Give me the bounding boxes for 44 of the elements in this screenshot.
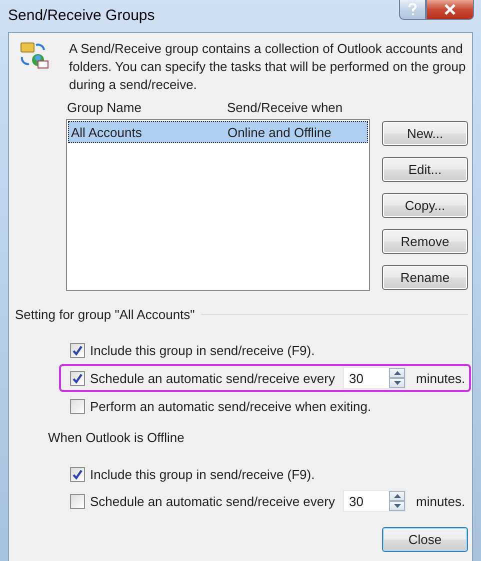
down-arrow-icon bbox=[394, 504, 400, 508]
action-button[interactable]: Remove bbox=[382, 229, 468, 254]
up-arrow-icon bbox=[394, 494, 400, 498]
unit-label: minutes. bbox=[416, 370, 466, 386]
spin-down-button[interactable] bbox=[389, 378, 405, 388]
table-cell-text: All Accounts bbox=[70, 124, 143, 140]
spin-down-button[interactable] bbox=[389, 501, 405, 511]
action-button[interactable]: Edit... bbox=[382, 157, 468, 182]
checkbox[interactable] bbox=[70, 494, 85, 508]
action-button[interactable]: Rename bbox=[382, 265, 468, 290]
spin-up-button[interactable] bbox=[389, 491, 405, 501]
up-arrow-icon bbox=[394, 371, 400, 375]
minutes-spinner[interactable]: 30 bbox=[343, 367, 406, 389]
checkbox-label: Schedule an automatic send/receive every bbox=[90, 494, 336, 508]
spin-up-button[interactable] bbox=[389, 368, 405, 378]
down-arrow-icon bbox=[394, 381, 400, 385]
minutes-field[interactable]: 30 bbox=[344, 494, 389, 508]
list-row[interactable]: All Accounts Online and Offline bbox=[68, 121, 368, 143]
checkbox[interactable] bbox=[70, 466, 85, 482]
unit-label: minutes. bbox=[416, 494, 466, 508]
description-text: A Send/Receive group contains a collection of Outlook accounts and folders. You can specify the tasks that will be performed on the group during a send/receive. bbox=[69, 40, 467, 94]
close-dialog-button[interactable]: Close bbox=[382, 527, 468, 552]
column-header: Group Name bbox=[66, 100, 142, 116]
table-cell-text: Online and Offline bbox=[226, 124, 332, 140]
close-button[interactable] bbox=[426, 0, 474, 20]
checkbox-label: Include this group in send/receive (F9). bbox=[90, 342, 315, 358]
section-title: Setting for group "All Accounts" bbox=[14, 307, 195, 322]
column-header: Send/Receive when bbox=[226, 100, 344, 116]
action-button[interactable]: Copy... bbox=[382, 193, 468, 218]
help-icon bbox=[408, 3, 417, 16]
sync-folders-icon bbox=[19, 40, 49, 70]
section-title: When Outlook is Offline bbox=[47, 430, 184, 445]
help-button[interactable] bbox=[399, 0, 426, 20]
checkbox[interactable] bbox=[70, 370, 85, 386]
checkbox[interactable] bbox=[70, 398, 85, 414]
checkbox-label: Include this group in send/receive (F9). bbox=[90, 466, 315, 482]
checkbox-label: Perform an automatic send/receive when exiting. bbox=[90, 398, 372, 414]
window-title: Send/Receive Groups bbox=[8, 7, 155, 24]
action-button[interactable]: New... bbox=[382, 121, 468, 146]
minutes-spinner[interactable]: 30 bbox=[343, 490, 406, 512]
close-icon bbox=[444, 4, 456, 15]
checkbox[interactable] bbox=[70, 342, 85, 358]
checkbox-label: Schedule an automatic send/receive every bbox=[90, 370, 336, 386]
minutes-field[interactable]: 30 bbox=[344, 370, 389, 386]
